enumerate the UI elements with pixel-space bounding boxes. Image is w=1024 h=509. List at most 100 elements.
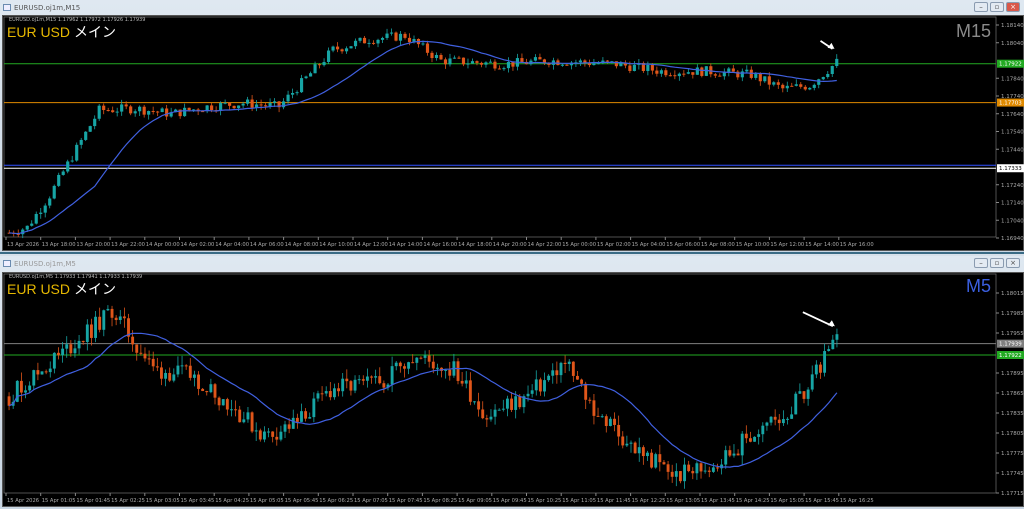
candle-body: [678, 471, 682, 482]
candle-body: [34, 213, 38, 224]
candle-body: [88, 126, 92, 132]
candle-body: [353, 379, 357, 391]
time-label: 15 Apr 10:25: [528, 498, 562, 504]
candle-body: [390, 366, 394, 385]
candle-body: [223, 102, 227, 104]
time-label: 15 Apr 06:00: [666, 242, 700, 248]
candle-body: [135, 344, 139, 353]
candle-body: [382, 383, 386, 388]
candle-body: [81, 340, 85, 343]
candle-body: [769, 416, 773, 423]
candle-body: [61, 348, 65, 356]
candle-body: [273, 101, 277, 103]
candle-body: [340, 49, 344, 52]
candle-body: [481, 409, 485, 419]
candle-body: [151, 111, 155, 113]
candle-body: [728, 450, 732, 456]
candle-body: [584, 383, 588, 400]
candle-body: [271, 431, 275, 437]
candle-body: [753, 436, 757, 442]
time-label: 15 Apr 2026: [7, 498, 39, 504]
time-label: 14 Apr 18:00: [458, 242, 492, 248]
candle-body: [799, 84, 803, 87]
candle-body: [268, 102, 272, 107]
candle-body: [785, 85, 789, 89]
price-label: 1.18040: [1001, 41, 1024, 47]
candle-body: [133, 111, 137, 114]
restore-button[interactable]: ▫: [990, 2, 1004, 12]
candle-body: [493, 61, 497, 69]
candle-body: [48, 368, 52, 373]
candle-body: [219, 102, 223, 111]
candle-body: [608, 418, 612, 426]
candle-body: [142, 106, 146, 115]
candle-body: [821, 77, 825, 80]
window-titlebar[interactable]: EURUSD.oj1m,M15: [0, 0, 1024, 15]
symbol-label: EUR USD メイン: [7, 279, 116, 299]
symbol-name: EUR USD: [7, 24, 71, 40]
candle-body: [713, 74, 717, 76]
candle-body: [237, 105, 241, 109]
candle-body: [580, 379, 584, 384]
chart-canvas-m15[interactable]: 1.18140 1.18040 1.17840 1.17740 1.17640 1.175…: [2, 15, 1024, 251]
time-label: 15 Apr 02:00: [597, 242, 631, 248]
candle-body: [326, 50, 331, 62]
candle-body: [749, 438, 752, 442]
candle-body: [555, 370, 559, 376]
chart-canvas-m5[interactable]: 1.18015 1.17985 1.17955 1.17895 1.17865 1.178…: [2, 272, 1024, 507]
close-button[interactable]: ×: [1006, 258, 1020, 268]
candle-body: [156, 111, 160, 113]
candle-body: [124, 104, 128, 107]
candle-body: [394, 32, 398, 41]
time-label: 14 Apr 12:00: [354, 242, 388, 248]
candle-body: [431, 361, 435, 369]
window-titlebar[interactable]: EURUSD.oj1m,M5: [0, 256, 1024, 271]
price-label: 1.17865: [1001, 391, 1024, 397]
minimize-button[interactable]: –: [974, 258, 988, 268]
candle-body: [44, 371, 48, 373]
candle-body: [320, 393, 324, 395]
time-label: 15 Apr 12:00: [770, 242, 804, 248]
chart-window-m5: EURUSD.oj1m,M5 – ▫ × 1.18015 1.17985 1.17955…: [0, 256, 1024, 509]
candle-body: [32, 370, 36, 386]
candle-body: [444, 369, 448, 371]
candle-body: [398, 362, 402, 367]
minimize-button[interactable]: –: [974, 2, 988, 12]
price-label: 1.17540: [1001, 130, 1024, 136]
price-label: 1.17805: [1001, 431, 1024, 437]
candle-body: [115, 111, 119, 113]
candle-body: [57, 352, 60, 356]
candle-body: [155, 366, 159, 368]
close-button[interactable]: ×: [1006, 2, 1020, 12]
candle-body: [316, 393, 320, 399]
time-label: 15 Apr 14:25: [736, 498, 770, 504]
candle-body: [468, 380, 472, 402]
candle-body: [736, 453, 740, 456]
candle-body: [628, 65, 632, 71]
price-label: 1.17440: [1001, 147, 1024, 153]
candle-body: [228, 102, 232, 106]
candle-body: [335, 46, 340, 50]
candle-body: [831, 339, 835, 350]
candle-body: [331, 46, 335, 51]
candle-body: [695, 463, 699, 474]
candle-body: [291, 93, 295, 95]
candle-body: [466, 63, 470, 65]
candle-body: [287, 424, 291, 429]
candle-body: [52, 185, 56, 199]
candle-body: [254, 430, 258, 432]
candle-body: [530, 390, 534, 394]
plot-border: [3, 273, 997, 494]
candle-body: [160, 108, 164, 113]
candle-body: [707, 470, 711, 472]
time-label: 15 Apr 09:05: [458, 498, 492, 504]
candle-body: [43, 205, 47, 213]
candle-body: [283, 424, 287, 432]
candle-body: [357, 379, 361, 381]
time-label: 15 Apr 05:45: [285, 498, 319, 504]
candle-body: [763, 76, 767, 82]
candle-body: [165, 108, 169, 117]
candle-body: [341, 378, 345, 392]
time-label: 15 Apr 06:25: [319, 498, 353, 504]
restore-button[interactable]: ▫: [990, 258, 1004, 268]
